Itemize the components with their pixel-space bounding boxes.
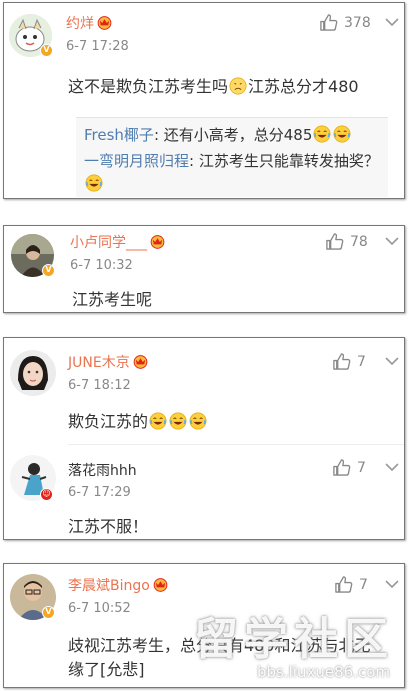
- username[interactable]: 小卢同学___: [70, 232, 166, 252]
- comment-card: JUNE木京 6-7 18:12 7 欺负江苏的 ☺ 落花雨hhh 6-7 17…: [3, 337, 405, 540]
- thumbs-up-icon: [319, 13, 338, 32]
- like-count: 7: [357, 459, 366, 476]
- username-text[interactable]: JUNE木京: [68, 355, 130, 371]
- like-count: 378: [344, 14, 371, 31]
- comment-card: V 李晨斌Bingo 6-7 10:52 7 歧视江苏考生，总分只有480和江苏…: [3, 563, 405, 688]
- laugh-cry-emoji-icon: [85, 174, 103, 192]
- reply-username[interactable]: Fresh椰子: [84, 126, 154, 144]
- username[interactable]: 约烊: [66, 13, 113, 33]
- username[interactable]: 落花雨hhh: [68, 460, 137, 480]
- timestamp: 6-7 18:12: [68, 378, 131, 393]
- reply-item: [84, 174, 104, 193]
- thumbs-up-icon: [332, 458, 351, 477]
- comment-card: V 小卢同学___ 6-7 10:32 78 江苏考生呢: [3, 225, 405, 313]
- chevron-down-icon[interactable]: [385, 578, 399, 592]
- thumbs-up-icon: [332, 352, 351, 371]
- vip-badge-icon: V: [42, 264, 55, 277]
- comment-text-part: 这不是欺负江苏考生吗: [68, 77, 229, 96]
- username-text[interactable]: 落花雨hhh: [68, 463, 137, 479]
- timestamp: 6-7 17:28: [66, 39, 129, 54]
- thumbs-up-icon: [325, 232, 344, 251]
- like-button[interactable]: 378: [319, 13, 371, 32]
- like-button[interactable]: 78: [325, 232, 368, 251]
- timestamp: 6-7 10:32: [70, 258, 133, 273]
- vip-badge-icon: V: [40, 44, 53, 57]
- comment-card: V 约烊 6-7 17:28 378 这不是欺负江苏考生吗 江苏总分才480 Fr…: [3, 2, 405, 199]
- username-text[interactable]: 小卢同学___: [70, 235, 147, 251]
- comment-text: 欺负江苏的: [68, 408, 208, 432]
- reply-item: Fresh椰子: 还有小高考，总分485: [84, 124, 352, 145]
- username-text[interactable]: 李晨斌Bingo: [68, 578, 150, 594]
- vip-crown-icon: [96, 15, 113, 30]
- reply-text: : 江苏考生只能靠转发抽奖？: [189, 152, 379, 170]
- vip-crown-icon: [152, 577, 169, 592]
- watermark-url: bbs.liuxue86.com: [257, 663, 390, 681]
- reply-username[interactable]: 一弯明月照归程: [84, 152, 189, 170]
- comment-text-part: 欺负江苏的: [68, 412, 149, 431]
- chevron-down-icon[interactable]: [385, 461, 399, 475]
- chevron-down-icon[interactable]: [385, 235, 399, 249]
- username[interactable]: 李晨斌Bingo: [68, 575, 169, 595]
- like-button[interactable]: 7: [334, 575, 368, 594]
- laugh-cry-emoji-icon: [189, 412, 207, 430]
- timestamp: 6-7 10:52: [68, 601, 131, 616]
- comment-text: 江苏考生呢: [72, 290, 153, 309]
- vip-crown-icon: [132, 354, 149, 369]
- divider: [68, 444, 404, 445]
- laugh-cry-emoji-icon: [149, 412, 167, 430]
- laugh-cry-emoji-icon: [169, 412, 187, 430]
- username-text[interactable]: 约烊: [66, 16, 94, 32]
- reply-item: 一弯明月照归程: 江苏考生只能靠转发抽奖？: [84, 150, 379, 171]
- thumbs-up-icon: [334, 575, 353, 594]
- comment-text: 缘了[允悲]: [68, 660, 145, 679]
- like-count: 7: [359, 576, 368, 593]
- comment-text-part: 江苏总分才480: [248, 77, 359, 96]
- laugh-cry-emoji-icon: [313, 125, 331, 143]
- like-button[interactable]: 7: [332, 458, 366, 477]
- laugh-cry-emoji-icon: [333, 125, 351, 143]
- sad-emoji-icon: [229, 77, 247, 95]
- avatar[interactable]: [10, 350, 56, 396]
- reply-list: Fresh椰子: 还有小高考，总分485 一弯明月照归程: 江苏考生只能靠转发抽…: [76, 117, 388, 197]
- chevron-down-icon[interactable]: [385, 16, 399, 30]
- username[interactable]: JUNE木京: [68, 352, 149, 372]
- like-count: 7: [357, 353, 366, 370]
- timestamp: 6-7 17:29: [68, 485, 131, 500]
- vip-badge-icon: V: [42, 606, 55, 619]
- like-count: 78: [350, 233, 368, 250]
- like-button[interactable]: 7: [332, 352, 366, 371]
- reply-text: : 还有小高考，总分485: [153, 126, 313, 144]
- comment-text: 歧视江苏考生，总分只有480和江苏与北无: [68, 636, 371, 655]
- comment-text: 江苏不服！: [68, 517, 149, 536]
- verified-badge-icon: ☺: [40, 488, 53, 501]
- vip-crown-icon: [149, 234, 166, 249]
- comment-text: 这不是欺负江苏考生吗 江苏总分才480: [68, 73, 359, 97]
- chevron-down-icon[interactable]: [385, 355, 399, 369]
